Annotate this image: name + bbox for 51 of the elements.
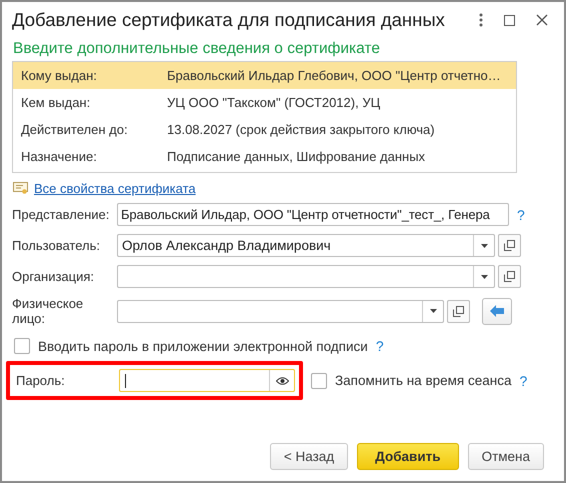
section-heading: Введите дополнительные сведения о сертификате: [13, 40, 381, 58]
property-label: Кем выдан:: [20, 95, 92, 110]
dropdown-field[interactable]: [117, 300, 444, 322]
window-title: Добавление сертификата для подписания данных: [12, 9, 446, 31]
open-button[interactable]: [498, 265, 521, 288]
property-row[interactable]: Действителен до: 13.08.2027 (срок действия закрытого ключа): [13, 116, 516, 143]
dialog-button[interactable]: Отмена: [468, 443, 544, 470]
property-label: Назначение:: [20, 149, 98, 164]
property-row[interactable]: Кому выдан: Бравольский Ильдар Глебович, ООО "Центр отчетно…: [13, 62, 516, 89]
field-label: Физическое лицо:: [12, 296, 84, 326]
dialog-button[interactable]: < Назад: [270, 443, 348, 470]
dialog-button[interactable]: Добавить: [357, 443, 459, 470]
property-label: Действителен до:: [20, 122, 129, 137]
help-link[interactable]: ?: [517, 206, 525, 222]
action-button[interactable]: [482, 298, 512, 324]
dropdown-field[interactable]: Орлов Александр Владимирович: [117, 234, 495, 257]
checkbox[interactable]: [14, 338, 30, 354]
property-row[interactable]: Кем выдан: УЦ ООО "Такском" (ГОСТ2012), УЦ: [13, 89, 516, 116]
eye-icon[interactable]: [276, 376, 288, 384]
checkbox-label: Вводить пароль в приложении электронной подписи: [38, 338, 368, 354]
property-value: Подписание данных, Шифрование данных: [167, 149, 426, 164]
left-arrow-icon: [490, 305, 504, 317]
help-link[interactable]: ?: [376, 338, 384, 354]
property-row[interactable]: Назначение: Подписание данных, Шифрование данных: [13, 143, 516, 170]
open-button[interactable]: [498, 234, 521, 257]
field-label: Пароль:: [16, 373, 66, 388]
password-field[interactable]: [119, 369, 295, 392]
checkbox-label: Запомнить на время сеанса: [335, 373, 512, 388]
dropdown-field[interactable]: [117, 265, 495, 288]
certificate-icon: [13, 182, 28, 195]
close-icon[interactable]: [536, 14, 548, 26]
text-field[interactable]: Бравольский Ильдар, ООО "Центр отчетности"_тест_, Генера: [117, 203, 509, 226]
open-window-icon: [504, 240, 515, 251]
checkbox[interactable]: [311, 372, 327, 388]
field-label: Организация:: [12, 269, 96, 284]
open-button[interactable]: [447, 300, 470, 322]
field-label: Представление:: [12, 207, 110, 222]
property-value: Бравольский Ильдар Глебович, ООО "Центр отчетно…: [167, 68, 501, 83]
more-icon[interactable]: [479, 13, 483, 27]
open-window-icon: [504, 271, 515, 282]
all-properties-link[interactable]: Все свойства сертификата: [34, 181, 196, 196]
property-value: УЦ ООО "Такском" (ГОСТ2012), УЦ: [167, 95, 380, 110]
maximize-icon[interactable]: [504, 14, 515, 26]
open-window-icon: [453, 306, 464, 316]
field-label: Пользователь:: [12, 238, 101, 253]
dropdown-arrow-icon[interactable]: [480, 244, 488, 248]
property-value: 13.08.2027 (срок действия закрытого ключа): [167, 122, 435, 137]
dropdown-arrow-icon[interactable]: [480, 274, 488, 278]
dropdown-arrow-icon[interactable]: [430, 309, 436, 313]
property-label: Кому выдан:: [20, 68, 98, 83]
help-link[interactable]: ?: [519, 372, 528, 388]
